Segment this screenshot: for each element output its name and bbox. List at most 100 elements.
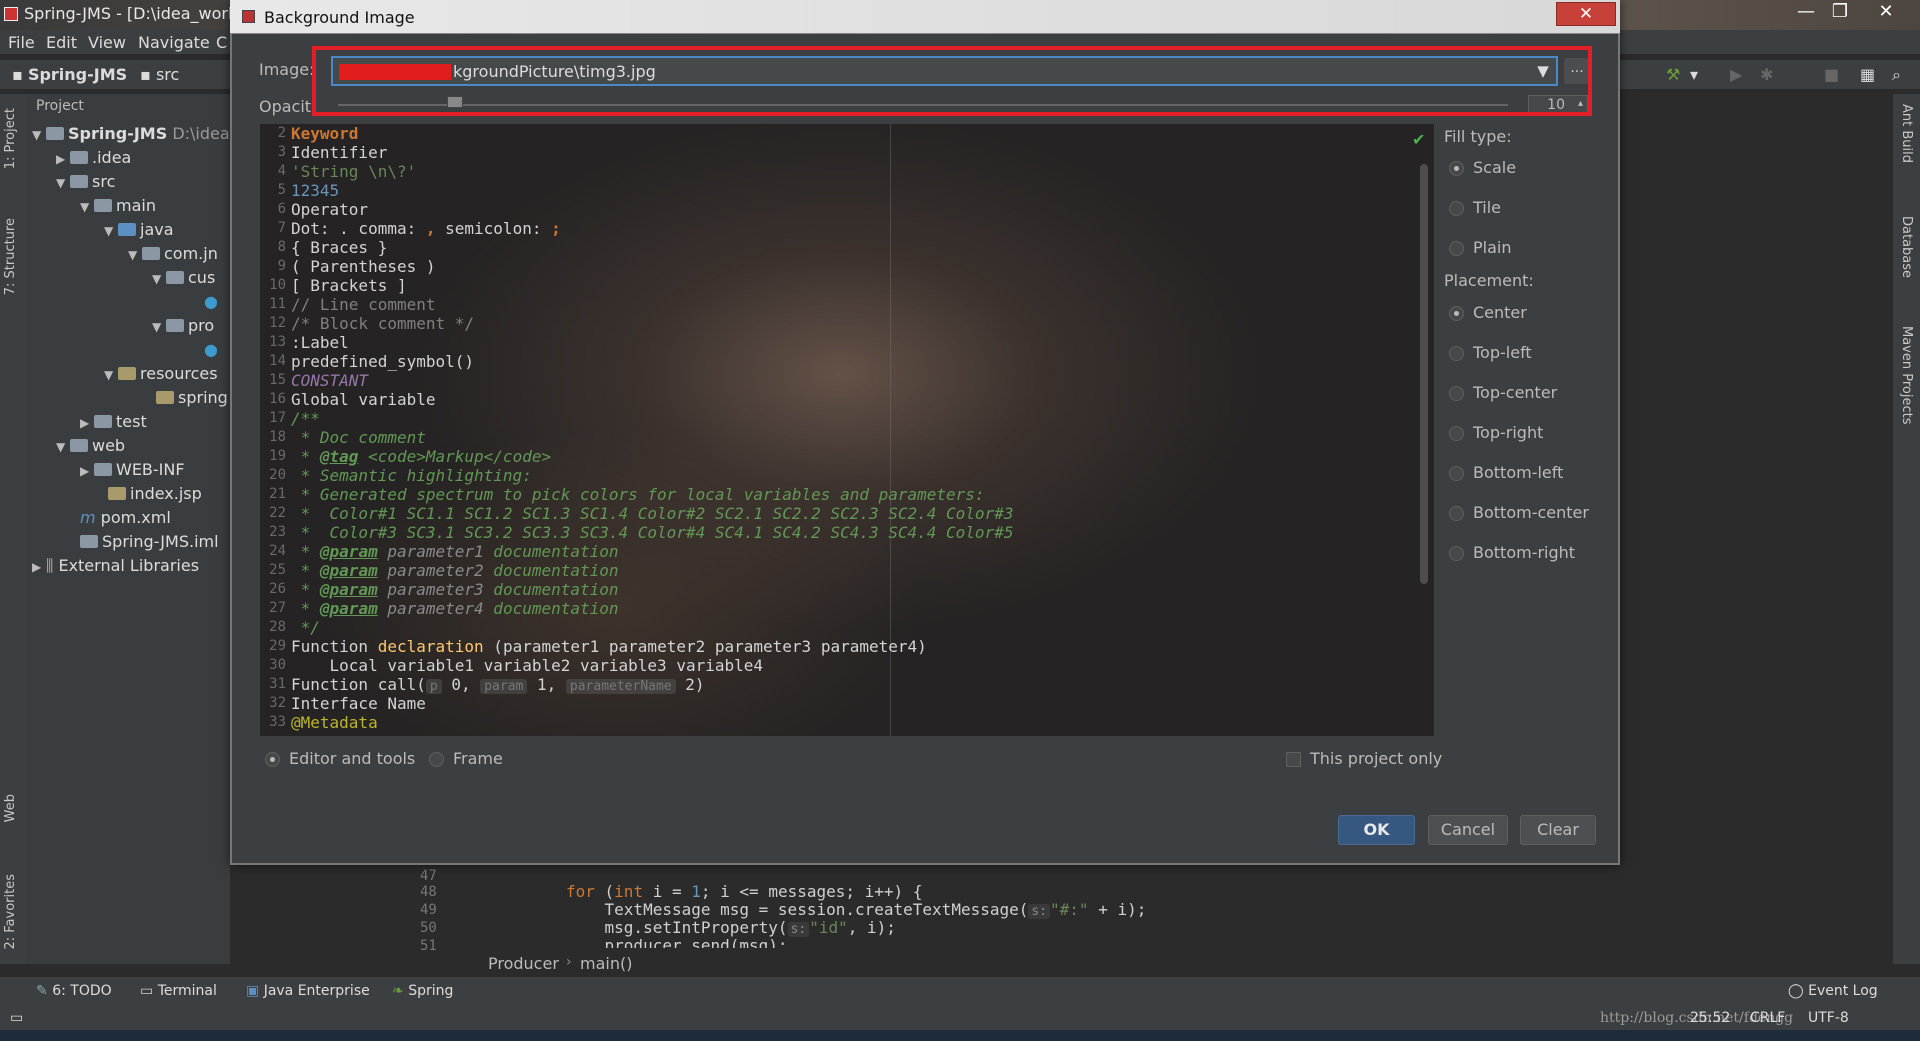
frame-label[interactable]: Frame: [453, 749, 503, 768]
tree-node-resources[interactable]: ▼ resources: [104, 364, 218, 383]
this-project-only-checkbox[interactable]: [1286, 752, 1301, 767]
placement-top-right-radio[interactable]: [1449, 426, 1464, 441]
tool-tab-favorites[interactable]: 2: Favorites: [3, 874, 18, 950]
placement-bottom-left-radio[interactable]: [1449, 466, 1464, 481]
tool-tab-database[interactable]: Database: [1899, 216, 1914, 278]
collapse-arrow-icon[interactable]: ▼: [56, 440, 70, 454]
menu-view[interactable]: View: [88, 33, 126, 52]
tool-tab-ant-build[interactable]: Ant Build: [1899, 104, 1914, 163]
collapse-arrow-icon[interactable]: ▼: [152, 320, 166, 334]
placement-top-left-label[interactable]: Top-left: [1473, 343, 1532, 362]
cancel-button[interactable]: Cancel: [1428, 815, 1508, 845]
stop-icon[interactable]: ■: [1824, 65, 1839, 84]
tool-tab-java-enterprise[interactable]: ▣ Java Enterprise: [246, 983, 370, 999]
collapse-arrow-icon[interactable]: ▼: [104, 224, 118, 238]
tree-node-web-inf[interactable]: ▶ WEB-INF: [80, 460, 185, 479]
placement-bottom-right-radio[interactable]: [1449, 546, 1464, 561]
tree-node-idea[interactable]: ▶ .idea: [56, 148, 131, 167]
tree-node-pro[interactable]: ▼ pro: [152, 316, 214, 335]
tool-tab-terminal[interactable]: ▭ Terminal: [140, 983, 217, 999]
run-icon[interactable]: ▶: [1730, 65, 1742, 84]
caret-position[interactable]: 25:52: [1690, 1010, 1730, 1026]
expand-arrow-icon[interactable]: ▶: [56, 152, 70, 166]
tool-tab-project[interactable]: 1: Project: [3, 108, 18, 169]
placement-top-center-radio[interactable]: [1449, 386, 1464, 401]
breadcrumb-class[interactable]: Producer: [488, 954, 559, 973]
clear-button[interactable]: Clear: [1520, 815, 1596, 845]
tool-tab-web[interactable]: Web: [3, 794, 18, 822]
maximize-icon[interactable]: ❐: [1822, 0, 1858, 24]
collapse-arrow-icon[interactable]: ▼: [128, 248, 142, 262]
placement-center-label[interactable]: Center: [1473, 303, 1527, 322]
collapse-arrow-icon[interactable]: ▼: [32, 128, 46, 142]
tree-node-iml[interactable]: Spring-JMS.iml: [80, 532, 219, 551]
nav-crumb-src[interactable]: ▪ src: [140, 65, 179, 84]
tool-tab-maven-projects[interactable]: Maven Projects: [1899, 326, 1914, 425]
tree-node-test[interactable]: ▶ test: [80, 412, 147, 431]
editor-and-tools-radio[interactable]: [265, 752, 280, 767]
fill-tile-radio[interactable]: [1449, 201, 1464, 216]
tree-node-external-libraries[interactable]: ▶ ⫼ External Libraries: [32, 556, 199, 576]
minimize-icon[interactable]: —: [1788, 0, 1824, 24]
placement-bottom-right-label[interactable]: Bottom-right: [1473, 543, 1575, 562]
menu-file[interactable]: File: [8, 33, 35, 52]
editor-and-tools-label[interactable]: Editor and tools: [289, 749, 415, 768]
tool-tab-spring[interactable]: ❧ Spring: [392, 983, 453, 999]
fill-scale-label[interactable]: Scale: [1473, 158, 1516, 177]
tree-node-spring-xml[interactable]: spring: [156, 388, 228, 407]
placement-top-left-radio[interactable]: [1449, 346, 1464, 361]
editor-code-line[interactable]: TextMessage msg = session.createTextMess…: [566, 900, 1146, 919]
this-project-only-label[interactable]: This project only: [1310, 749, 1442, 768]
placement-bottom-left-label[interactable]: Bottom-left: [1473, 463, 1563, 482]
tool-tab-todo[interactable]: ✎ 6: TODO: [36, 983, 112, 999]
placement-top-center-label[interactable]: Top-center: [1473, 383, 1557, 402]
tool-tab-structure[interactable]: 7: Structure: [3, 218, 18, 295]
tree-node-src[interactable]: ▼ src: [56, 172, 115, 191]
fill-tile-label[interactable]: Tile: [1473, 198, 1501, 217]
event-log-button[interactable]: ◯ Event Log: [1788, 983, 1878, 999]
class-icon[interactable]: ●: [204, 340, 218, 359]
expand-arrow-icon[interactable]: ▶: [32, 560, 46, 574]
collapse-arrow-icon[interactable]: ▼: [56, 176, 70, 190]
editor-code-line[interactable]: producer.send(msg);: [566, 936, 788, 948]
tree-node-web[interactable]: ▼ web: [56, 436, 125, 455]
placement-bottom-center-label[interactable]: Bottom-center: [1473, 503, 1589, 522]
tree-node-main[interactable]: ▼ main: [80, 196, 156, 215]
search-icon[interactable]: ⌕: [1892, 65, 1901, 85]
file-encoding[interactable]: UTF-8: [1808, 1010, 1849, 1026]
expand-arrow-icon[interactable]: ▶: [80, 416, 94, 430]
class-icon[interactable]: ●: [204, 292, 218, 311]
tree-node-project-root[interactable]: ▼ Spring-JMS D:\idea: [32, 124, 230, 143]
project-structure-icon[interactable]: ▦: [1860, 65, 1875, 84]
fill-scale-radio[interactable]: [1449, 161, 1464, 176]
debug-icon[interactable]: ✱: [1760, 65, 1773, 84]
tree-node-java[interactable]: ▼ java: [104, 220, 174, 239]
fill-plain-label[interactable]: Plain: [1473, 238, 1511, 257]
editor-code-line[interactable]: msg.setIntProperty(s: "id", i);: [566, 918, 896, 937]
collapse-arrow-icon[interactable]: ▼: [104, 368, 118, 382]
menu-code[interactable]: C: [216, 33, 227, 52]
window-close-icon[interactable]: ✕: [1868, 0, 1904, 24]
placement-top-right-label[interactable]: Top-right: [1473, 423, 1543, 442]
tree-node-index-jsp[interactable]: index.jsp: [108, 484, 202, 503]
ok-button[interactable]: OK: [1338, 815, 1415, 845]
editor-code-line[interactable]: for (int i = 1; i <= messages; i++) {: [566, 882, 922, 901]
tree-node-cus[interactable]: ▼ cus: [152, 268, 215, 287]
line-separator[interactable]: CRLF: [1750, 1010, 1785, 1026]
expand-arrow-icon[interactable]: ▶: [80, 464, 94, 478]
collapse-arrow-icon[interactable]: ▼: [152, 272, 166, 286]
run-config-dropdown-icon[interactable]: ▾: [1690, 65, 1698, 84]
nav-crumb-project[interactable]: ▪ Spring-JMS: [12, 65, 127, 84]
menu-edit[interactable]: Edit: [46, 33, 77, 52]
tree-node-pom-xml[interactable]: m pom.xml: [80, 508, 171, 527]
status-toggle-icon[interactable]: ▭: [10, 1010, 23, 1026]
build-icon[interactable]: ⚒: [1666, 65, 1680, 84]
frame-radio[interactable]: [429, 752, 444, 767]
tree-node-package[interactable]: ▼ com.jn: [128, 244, 218, 263]
placement-center-radio[interactable]: [1449, 306, 1464, 321]
fill-plain-radio[interactable]: [1449, 241, 1464, 256]
menu-navigate[interactable]: Navigate: [138, 33, 210, 52]
breadcrumb-method[interactable]: main(): [580, 954, 632, 973]
placement-bottom-center-radio[interactable]: [1449, 506, 1464, 521]
dialog-close-button[interactable]: ✕: [1556, 2, 1616, 26]
